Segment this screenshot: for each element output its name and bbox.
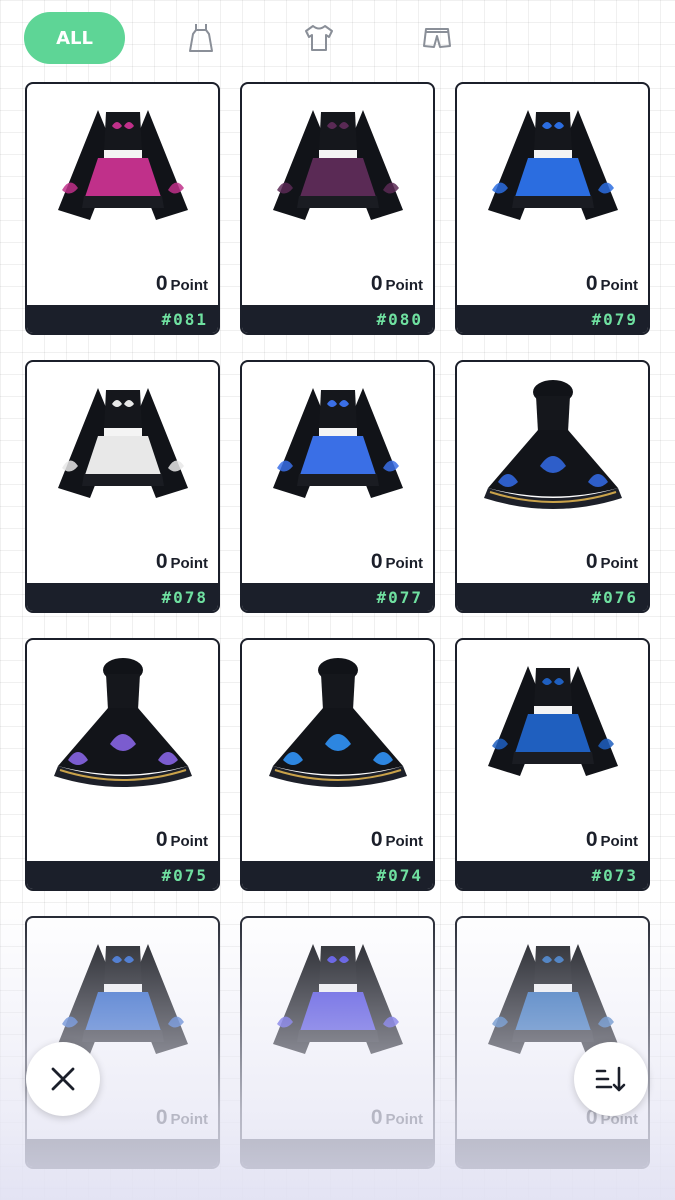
price-value: 0 <box>155 550 168 573</box>
item-card[interactable]: 0 Point #076 <box>455 360 650 613</box>
outfit-image <box>272 110 403 220</box>
item-image <box>252 92 423 252</box>
dress-icon <box>189 24 213 52</box>
item-image <box>467 92 638 252</box>
item-code <box>457 1139 648 1167</box>
outfit-image <box>487 666 618 776</box>
price-unit: Point <box>170 277 209 294</box>
tab-bottoms[interactable] <box>417 18 457 58</box>
price-value: 0 <box>585 550 598 573</box>
outfit-image <box>483 380 622 509</box>
item-code: #073 <box>457 861 648 889</box>
item-code <box>27 1139 218 1167</box>
price-unit: Point <box>170 833 209 850</box>
price-unit: Point <box>385 555 424 572</box>
price-unit: Point <box>170 555 209 572</box>
item-code: #076 <box>457 583 648 611</box>
item-card[interactable]: 0 Point #074 <box>240 638 435 891</box>
item-image <box>467 370 638 530</box>
item-code: #074 <box>242 861 433 889</box>
item-price: 0 Point <box>371 828 423 852</box>
price-unit: Point <box>385 833 424 850</box>
price-unit: Point <box>600 555 639 572</box>
item-price: 0 Point <box>156 828 208 852</box>
item-price: 0 Point <box>586 272 638 296</box>
item-code <box>242 1139 433 1167</box>
item-image <box>37 92 208 252</box>
item-image <box>252 926 423 1086</box>
price-value: 0 <box>370 828 383 851</box>
outfit-image <box>272 388 403 498</box>
item-image <box>467 648 638 808</box>
price-value: 0 <box>155 1106 168 1129</box>
price-value: 0 <box>370 1106 383 1129</box>
item-price: 0 Point <box>371 1106 423 1130</box>
price-unit: Point <box>385 1111 424 1128</box>
price-value: 0 <box>370 550 383 573</box>
price-value: 0 <box>155 272 168 295</box>
outfit-image <box>57 110 188 220</box>
item-price: 0 Point <box>371 550 423 574</box>
item-image <box>37 648 208 808</box>
tab-all[interactable]: ALL <box>24 12 125 64</box>
item-card[interactable]: 0 Point #081 <box>25 82 220 335</box>
price-unit: Point <box>385 277 424 294</box>
category-tabs: ALL <box>24 12 457 64</box>
tab-dresses[interactable] <box>181 18 221 58</box>
item-grid: 0 Point #081 0 Point #080 0 Point #079 0… <box>25 82 650 1169</box>
price-value: 0 <box>585 828 598 851</box>
outfit-image <box>53 658 192 787</box>
close-button[interactable] <box>26 1042 100 1116</box>
item-price: 0 Point <box>371 272 423 296</box>
item-price: 0 Point <box>156 1106 208 1130</box>
outfit-image <box>272 944 403 1054</box>
shorts-icon <box>423 28 451 48</box>
price-unit: Point <box>600 277 639 294</box>
price-value: 0 <box>585 272 598 295</box>
item-price: 0 Point <box>586 828 638 852</box>
outfit-image <box>487 110 618 220</box>
price-unit: Point <box>170 1111 209 1128</box>
item-image <box>252 370 423 530</box>
item-image <box>37 370 208 530</box>
close-icon <box>51 1067 75 1091</box>
item-card[interactable]: 0 Point #080 <box>240 82 435 335</box>
price-value: 0 <box>370 272 383 295</box>
item-price: 0 Point <box>156 272 208 296</box>
price-unit: Point <box>600 833 639 850</box>
price-value: 0 <box>155 828 168 851</box>
item-card[interactable]: 0 Point <box>240 916 435 1169</box>
item-code: #078 <box>27 583 218 611</box>
item-card[interactable]: 0 Point #078 <box>25 360 220 613</box>
item-card[interactable]: 0 Point #073 <box>455 638 650 891</box>
item-card[interactable]: 0 Point #079 <box>455 82 650 335</box>
sort-icon <box>595 1066 626 1092</box>
item-card[interactable]: 0 Point #075 <box>25 638 220 891</box>
item-image <box>252 648 423 808</box>
item-price: 0 Point <box>586 550 638 574</box>
tab-tops[interactable] <box>299 18 339 58</box>
sort-button[interactable] <box>574 1042 648 1116</box>
outfit-image <box>57 388 188 498</box>
item-code: #080 <box>242 305 433 333</box>
item-code: #079 <box>457 305 648 333</box>
shirt-icon <box>305 25 333 51</box>
item-card[interactable]: 0 Point #077 <box>240 360 435 613</box>
item-price: 0 Point <box>156 550 208 574</box>
item-code: #081 <box>27 305 218 333</box>
item-code: #075 <box>27 861 218 889</box>
outfit-image <box>268 658 407 787</box>
item-code: #077 <box>242 583 433 611</box>
